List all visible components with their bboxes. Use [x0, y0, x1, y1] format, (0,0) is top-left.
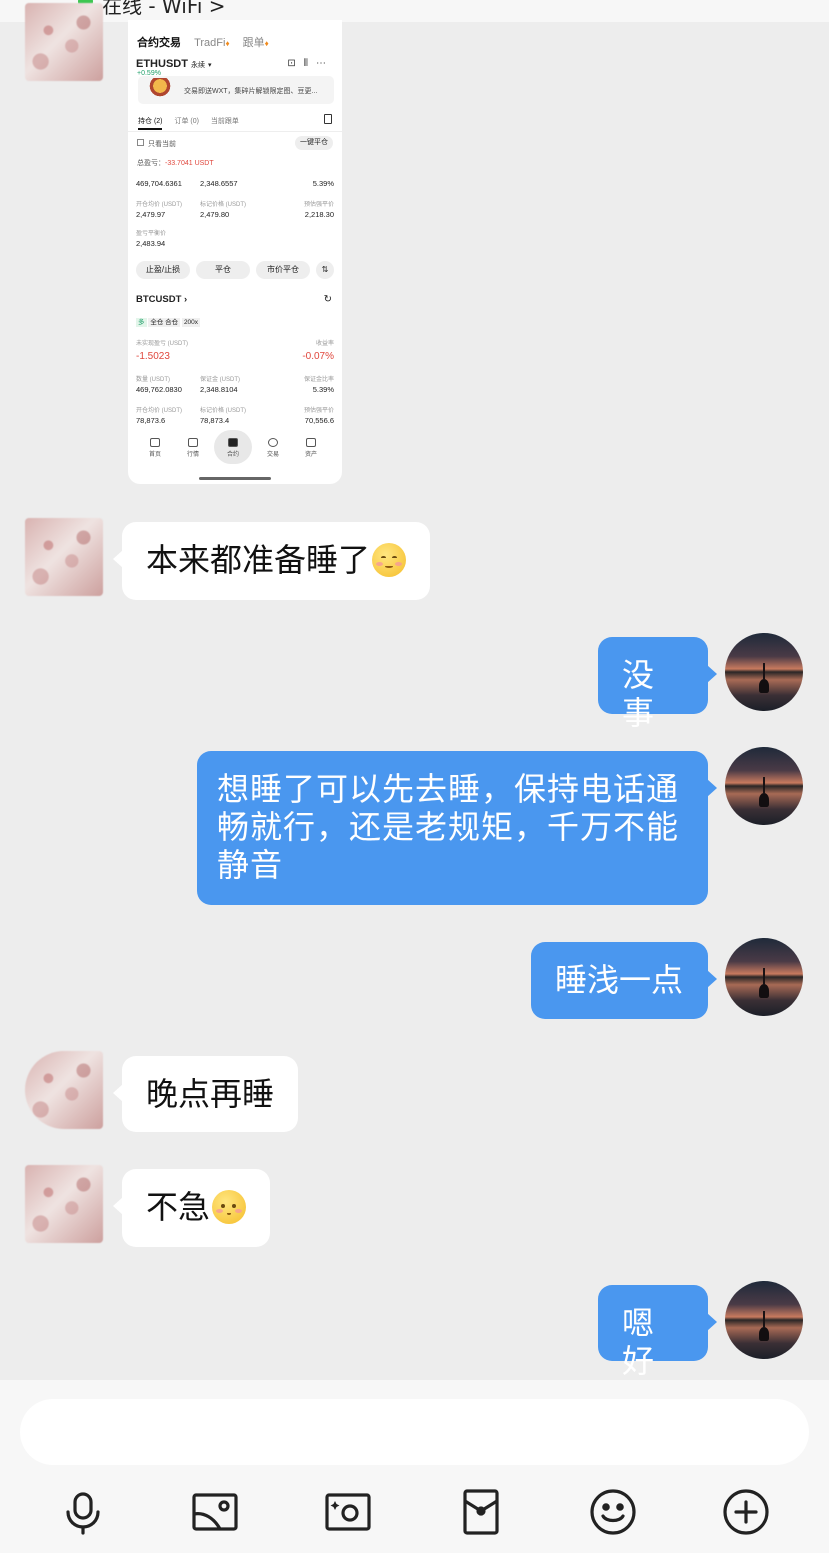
- btc-roe-value: -0.07%: [302, 351, 334, 362]
- microphone-icon[interactable]: [59, 1488, 107, 1536]
- btc-ratio-label: 保证金比率: [303, 377, 334, 383]
- message-text: 睡浅一点: [555, 961, 684, 999]
- message-bubble-incoming[interactable]: 本来都准备睡了: [112, 522, 431, 600]
- fire-icon: ♦: [225, 39, 230, 48]
- screenshot-tab-tradfi: TradFi♦: [194, 37, 230, 49]
- nav-market: 行情: [178, 438, 208, 458]
- screenshot-toolbar-icons: ⊡⫴⋯: [287, 58, 334, 69]
- trade-icon: [268, 438, 278, 447]
- my-avatar[interactable]: [725, 633, 803, 711]
- eth-liq-label: 预估强平价: [303, 202, 334, 208]
- btc-mark-label: 标记价格 (USDT): [200, 408, 246, 414]
- contact-avatar[interactable]: [25, 1051, 103, 1129]
- btc-liq-label: 预估强平价: [303, 408, 334, 414]
- only-current-label: 只看当前: [148, 141, 176, 148]
- nav-trade: 交易: [258, 438, 288, 458]
- btc-unrealized-value: -1.5023: [136, 351, 170, 362]
- btc-symbol: BTCUSDT ›: [136, 294, 188, 305]
- screenshot-bottom-nav: 首页 行情 合约 交易 资产: [138, 430, 332, 470]
- btc-qty: 469,762.0830: [136, 385, 182, 394]
- screenshot-position-tabs: 持仓 (2) 订单 (0) 当前跟单: [138, 118, 239, 125]
- eth-mark-price: 2,479.80: [200, 210, 230, 219]
- eth-mark-label: 标记价格 (USDT): [200, 202, 246, 208]
- refresh-icon: ↻: [323, 294, 332, 305]
- emoji-icon[interactable]: [589, 1488, 637, 1536]
- btc-tags: 多 全仓 合仓 200x: [136, 318, 201, 327]
- home-indicator: [199, 477, 271, 480]
- btc-margin-label: 保证金 (USDT): [200, 377, 240, 383]
- order-history-icon: [324, 114, 332, 124]
- eth-entry-label: 开仓均价 (USDT): [136, 202, 182, 208]
- message-bubble-outgoing[interactable]: 睡浅一点: [531, 942, 717, 1019]
- nav-futures: 合约: [218, 438, 248, 458]
- close-position-button: 平仓: [196, 261, 250, 279]
- message-text: 不急: [146, 1188, 211, 1226]
- screenshot-tab-futures: 合约交易: [137, 37, 181, 49]
- chat-status-bar: 在线 - WiFi >: [0, 0, 829, 22]
- close-all-button: 一键平仓: [295, 136, 333, 150]
- promo-illustration-icon: [148, 78, 172, 98]
- eth-margin-ratio: 5.39%: [312, 179, 334, 188]
- eth-quantity: 469,704.6361: [136, 179, 182, 188]
- btc-unrealized-label: 未实现盈亏 (USDT): [136, 341, 188, 347]
- screenshot-banner-text: 交易即送WXT，集碎片解锁限定图、豆更...: [184, 88, 318, 95]
- btc-margin: 2,348.8104: [200, 385, 238, 394]
- market-close-button: 市价平仓: [256, 261, 310, 279]
- eth-breakeven-value: 2,483.94: [136, 239, 166, 248]
- red-packet-icon[interactable]: [457, 1488, 505, 1536]
- btc-ratio: 5.39%: [312, 385, 334, 394]
- total-pnl: 总盈亏：-33.7041 USDT: [137, 160, 214, 167]
- tp-sl-button: 止盈/止损: [136, 261, 190, 279]
- message-text: 嗯好: [622, 1304, 655, 1380]
- shy-emoji: [212, 1190, 247, 1224]
- btc-entry: 78,873.6: [136, 416, 166, 425]
- reverse-icon: ⇅: [316, 261, 334, 279]
- btc-roe-label: 收益率: [315, 341, 334, 347]
- message-text: 本来都准备睡了: [146, 541, 371, 579]
- home-icon: [150, 438, 160, 447]
- contact-avatar[interactable]: [25, 3, 103, 81]
- message-text: 没事: [622, 656, 655, 732]
- online-status-text[interactable]: 在线 - WiFi >: [102, 0, 226, 19]
- message-input[interactable]: [20, 1399, 809, 1465]
- image-icon[interactable]: [191, 1488, 239, 1536]
- only-current-checkbox: [137, 139, 144, 146]
- active-tab-underline: [138, 128, 162, 130]
- my-avatar[interactable]: [725, 938, 803, 1016]
- my-avatar[interactable]: [725, 747, 803, 825]
- screenshot-symbol: ETHUSDT 永续 ▾: [136, 58, 212, 70]
- eth-margin: 2,348.6557: [200, 179, 238, 188]
- screenshot-tab-copytrade: 跟单♦: [242, 37, 269, 49]
- message-text: 晚点再睡: [146, 1075, 275, 1113]
- chart-icon: [188, 438, 198, 447]
- message-text: 想睡了可以先去睡，保持电话通畅就行，还是老规矩，千万不能静音: [217, 770, 680, 884]
- screenshot-tab-bar: 合约交易 TradFi♦ 跟单♦: [137, 34, 269, 50]
- my-avatar[interactable]: [725, 1281, 803, 1359]
- eth-breakeven-label: 盈亏平衡价: [136, 231, 167, 237]
- contact-avatar[interactable]: [25, 518, 103, 596]
- contact-avatar[interactable]: [25, 1165, 103, 1243]
- pleading-emoji: [372, 543, 407, 577]
- chat-input-panel: [0, 1380, 829, 1553]
- eth-liq-price: 2,218.30: [304, 210, 334, 219]
- message-bubble-outgoing[interactable]: 嗯好: [598, 1285, 717, 1380]
- message-bubble-incoming[interactable]: 不急: [112, 1169, 271, 1247]
- message-bubble-outgoing[interactable]: 想睡了可以先去睡，保持电话通畅就行，还是老规矩，千万不能静音: [197, 751, 717, 905]
- nav-home: 首页: [140, 438, 170, 458]
- btc-liq: 70,556.6: [304, 416, 334, 425]
- wallet-icon: [306, 438, 316, 447]
- btc-entry-label: 开仓均价 (USDT): [136, 408, 182, 414]
- btc-qty-label: 数量 (USDT): [136, 377, 170, 383]
- divider: [128, 131, 342, 132]
- eth-entry-price: 2,479.97: [136, 210, 166, 219]
- message-bubble-outgoing[interactable]: 没事: [598, 637, 717, 732]
- shared-screenshot-image[interactable]: 合约交易 TradFi♦ 跟单♦ ETHUSDT 永续 ▾ +0.59% ⊡⫴⋯ 交…: [128, 20, 342, 484]
- message-bubble-incoming[interactable]: 晚点再睡: [112, 1056, 299, 1132]
- plus-icon[interactable]: [722, 1488, 770, 1536]
- nav-assets: 资产: [296, 438, 326, 458]
- btc-mark: 78,873.4: [200, 416, 230, 425]
- futures-icon: [228, 438, 238, 447]
- fire-icon: ♦: [264, 39, 269, 48]
- camera-icon[interactable]: [324, 1488, 372, 1536]
